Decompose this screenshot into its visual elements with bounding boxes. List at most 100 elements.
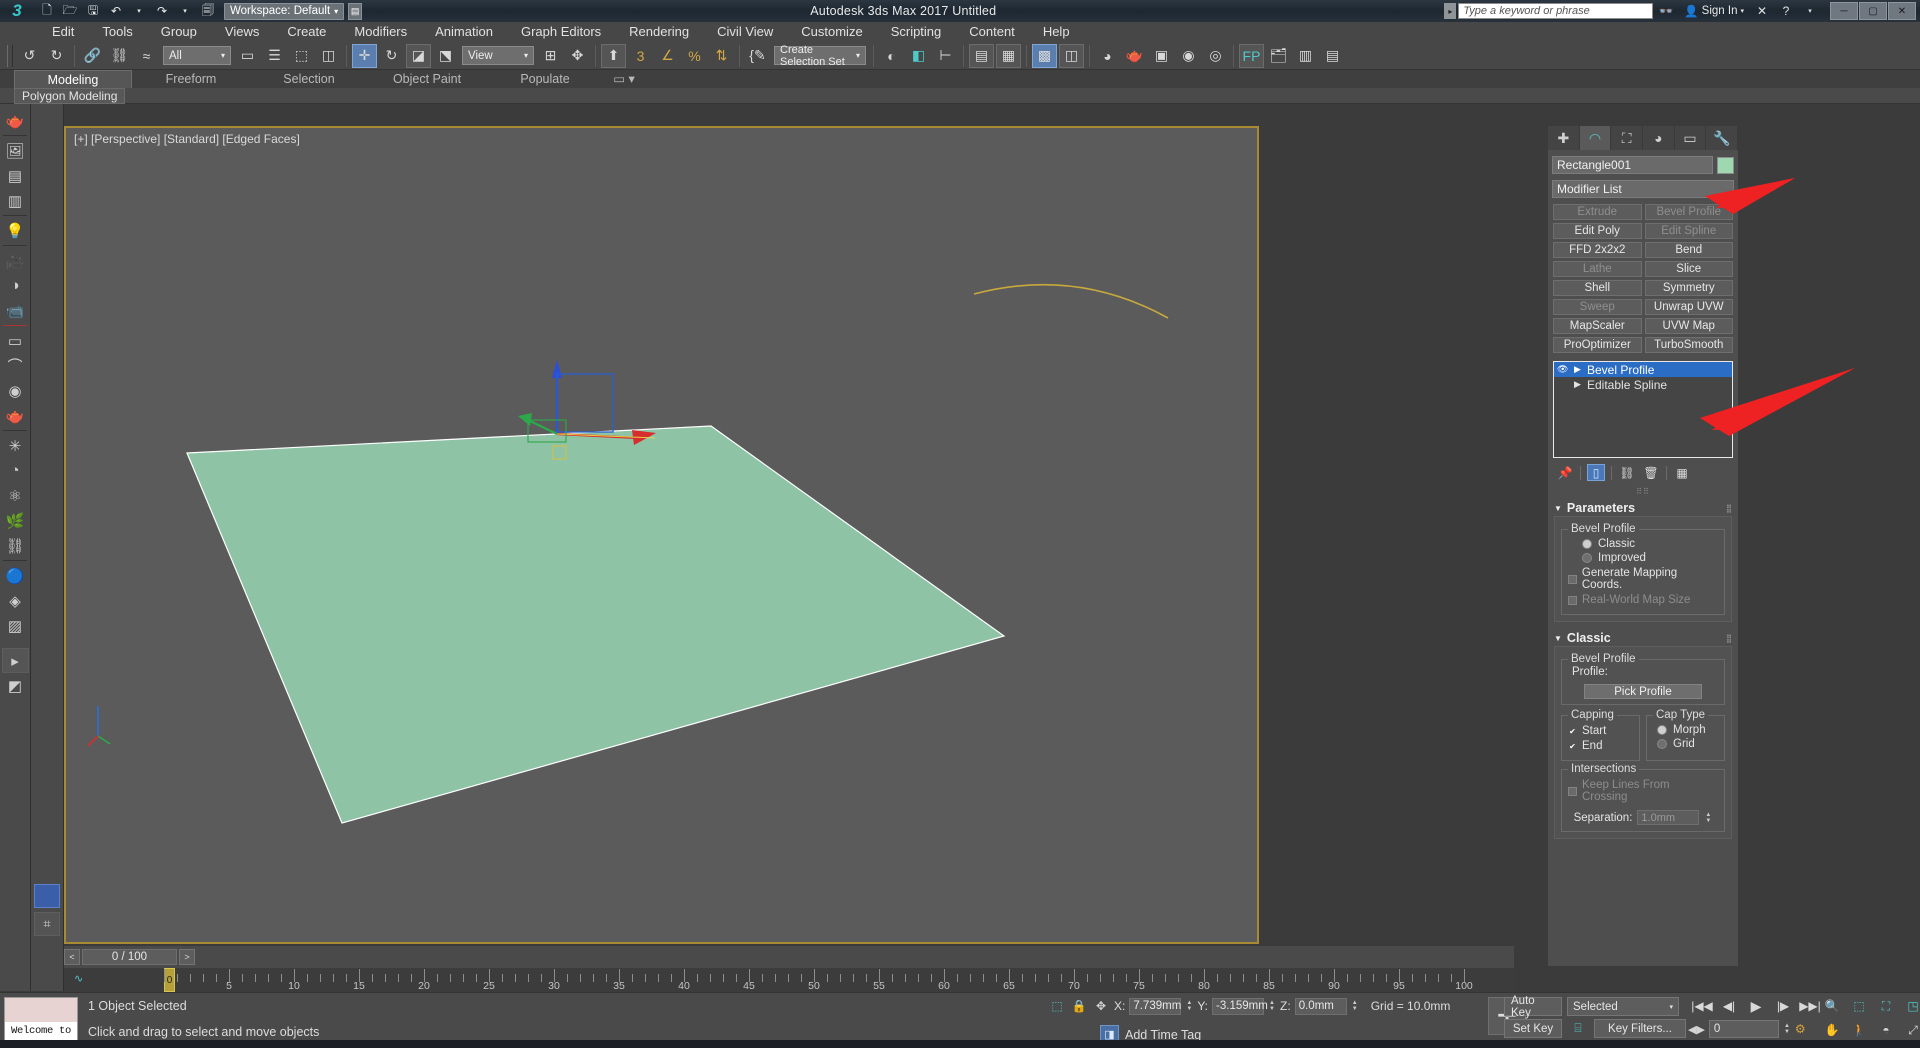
previous-frame-button[interactable]: < (64, 949, 80, 965)
percent-snap-toggle-icon[interactable]: ∠ (655, 44, 680, 68)
orbit-icon[interactable]: ◓ (1874, 1019, 1898, 1041)
menu-group[interactable]: Group (147, 22, 211, 42)
search-input[interactable]: Type a keyword or phrase (1458, 3, 1654, 19)
curve-editor-icon[interactable]: ▩ (1032, 43, 1057, 68)
modifier-btn-unwrap-uvw[interactable]: Unwrap UVW (1644, 299, 1733, 315)
unlink-selection-icon[interactable]: ⛓ (107, 44, 132, 68)
select-and-link-icon[interactable]: 🔗 (80, 44, 105, 68)
menu-content[interactable]: Content (955, 22, 1029, 42)
zoom-region-icon[interactable]: ◳ (1901, 995, 1920, 1017)
select-and-move-icon[interactable]: ✛ (352, 43, 377, 68)
select-by-name-icon[interactable]: ☰ (262, 44, 287, 68)
dome-light-icon[interactable]: ⌒ (2, 353, 29, 378)
menu-edit[interactable]: Edit (38, 22, 88, 42)
scene-converter-icon[interactable]: ▤ (1320, 44, 1345, 68)
absolute-relative-mode-icon[interactable]: ✥ (1092, 997, 1110, 1015)
material-editor-compact-icon[interactable]: ▥ (2, 188, 29, 213)
cloth-icon[interactable]: ◔ (2, 458, 29, 483)
vray-frame-buffer-icon[interactable]: ◩ (2, 673, 29, 698)
hair-fur-icon[interactable]: ✳ (2, 433, 29, 458)
modifier-btn-slice[interactable]: Slice (1644, 261, 1733, 277)
tab-object-paint[interactable]: Object Paint (368, 70, 486, 88)
quick-access-customize-icon[interactable]: ▤ (348, 2, 363, 20)
walkthrough-icon[interactable]: 🚶 (1847, 1019, 1871, 1041)
x-spinner[interactable]: ▲ ▼ (1185, 998, 1193, 1015)
railclone-icon[interactable]: ⛓ (2, 533, 29, 558)
object-name-input[interactable]: Rectangle001 (1552, 156, 1713, 174)
redo-dropdown-icon[interactable]: ▾ (175, 2, 195, 20)
menu-animation[interactable]: Animation (421, 22, 507, 42)
scene-explorer-icon[interactable]: ▦ (996, 43, 1021, 68)
select-and-manipulate-icon[interactable]: ✥ (565, 44, 590, 68)
binoculars-icon[interactable]: 👓 (1655, 2, 1677, 20)
radio-grid[interactable]: Grid (1657, 738, 1718, 750)
fp-toggle-icon[interactable]: FP (1239, 43, 1264, 68)
undo-icon[interactable]: ↺ (17, 44, 42, 68)
stack-entry-bevel-profile[interactable]: 👁 ▶ Bevel Profile (1554, 362, 1732, 377)
material-preview-icon[interactable]: 🖼 (2, 138, 29, 163)
key-filters-toggle-icon[interactable]: ⌸ (1567, 1019, 1589, 1038)
viewport-label[interactable]: [+] [Perspective] [Standard] [Edged Face… (74, 132, 300, 146)
sphere-light-icon[interactable]: ◉ (2, 378, 29, 403)
spinner-snap-toggle-icon[interactable]: % (682, 44, 707, 68)
stack-entry-editable-spline[interactable]: ▶ Editable Spline (1554, 377, 1732, 392)
checkbox-generate-mapping-coords[interactable]: Generate Mapping Coords. (1568, 567, 1718, 591)
radio-classic[interactable]: Classic (1582, 538, 1718, 550)
time-configuration-icon[interactable]: ⚙ (1795, 1022, 1806, 1036)
panel-resize-grip[interactable]: ⠿⠿ (1548, 487, 1738, 496)
auto-key-button[interactable]: Auto Key (1504, 995, 1562, 1019)
object-color-swatch[interactable] (1717, 156, 1734, 174)
layer-explorer-icon[interactable]: ▤ (969, 43, 994, 68)
next-frame-button[interactable]: > (179, 949, 195, 965)
material-editor-icon[interactable]: ◕ (1095, 44, 1120, 68)
expand-triangle-icon[interactable]: ▶ (1572, 364, 1583, 375)
radio-improved[interactable]: Improved (1582, 552, 1718, 564)
teapot-primitive-icon[interactable]: 🫖 (2, 108, 29, 133)
play-animation-icon[interactable]: ▶ (1744, 995, 1768, 1017)
modifier-btn-symmetry[interactable]: Symmetry (1644, 280, 1733, 296)
maximize-button[interactable]: ▢ (1859, 2, 1887, 20)
save-icon[interactable]: 🖫 (83, 2, 103, 20)
edit-named-selection-sets-icon[interactable]: {✎ (745, 44, 770, 68)
undo-icon[interactable]: ↶ (106, 2, 126, 20)
search-expand-icon[interactable]: ▸ (1444, 3, 1457, 19)
go-to-end-icon[interactable]: ▶▶| (1798, 995, 1822, 1017)
minimize-button[interactable]: ─ (1830, 2, 1858, 20)
selection-filter-combo[interactable]: All ▾ (163, 46, 231, 65)
camera-red-icon[interactable]: 📹 (2, 298, 29, 323)
z-spinner[interactable]: ▲ ▼ (1351, 998, 1359, 1015)
menu-create[interactable]: Create (273, 22, 340, 42)
spinner-arrows-icon[interactable]: ⇅ (709, 44, 734, 68)
undo-dropdown-icon[interactable]: ▾ (129, 2, 149, 20)
modifier-btn-edit-poly[interactable]: Edit Poly (1553, 223, 1642, 239)
tab-populate[interactable]: Populate (486, 70, 604, 88)
motion-tab[interactable]: ◕ (1643, 126, 1675, 150)
pan-view-icon[interactable]: ✋ (1820, 1019, 1844, 1041)
workspace-selector[interactable]: Workspace: Default ▾ (224, 2, 345, 20)
max-script-listener-icon[interactable]: ▥ (1293, 44, 1318, 68)
expand-left-toolbar-icon[interactable]: ▸ (1, 648, 29, 673)
light-lister-icon[interactable]: 💡 (2, 218, 29, 243)
named-selection-set-combo[interactable]: Create Selection Set ▾ (774, 44, 866, 68)
expand-triangle-icon[interactable]: ▶ (1572, 379, 1583, 390)
display-tab[interactable]: ▭ (1675, 126, 1707, 150)
redo-icon[interactable]: ↻ (44, 44, 69, 68)
modifier-btn-mapscaler[interactable]: MapScaler (1553, 318, 1642, 334)
eye-icon[interactable]: 👁 (1557, 364, 1568, 375)
modifier-btn-sweep[interactable]: Sweep (1553, 299, 1642, 315)
sign-in-button[interactable]: 👤 Sign In ▾ (1679, 4, 1749, 18)
mesh-teapot-icon[interactable]: 🫖 (2, 403, 29, 428)
help-icon[interactable]: ? (1775, 2, 1797, 20)
modifier-btn-ffd-2x2x2[interactable]: FFD 2x2x2 (1553, 242, 1642, 258)
modifier-btn-lathe[interactable]: Lathe (1553, 261, 1642, 277)
selection-lock-region-icon[interactable]: ⬚ (1048, 997, 1066, 1015)
maximize-viewport-toggle-icon[interactable]: ⤢ (1901, 1019, 1920, 1041)
track-bar-ruler[interactable]: 0 5 10 15 20 25 30 35 40 45 50 55 60 65 70 75 80 85 90 95 1… (64, 968, 1514, 992)
forest-pack-icon[interactable]: 🌿 (2, 508, 29, 533)
modifier-btn-extrude[interactable]: Extrude (1553, 204, 1642, 220)
material-list-icon[interactable]: ▤ (2, 163, 29, 188)
placement-tool-icon[interactable]: ⬔ (433, 44, 458, 68)
render-production-icon[interactable]: ◉ (1176, 44, 1201, 68)
modifier-list-dropdown[interactable]: Modifier List (1552, 180, 1734, 198)
viewport-canvas[interactable]: [+] [Perspective] [Standard] [Edged Face… (66, 128, 1257, 942)
